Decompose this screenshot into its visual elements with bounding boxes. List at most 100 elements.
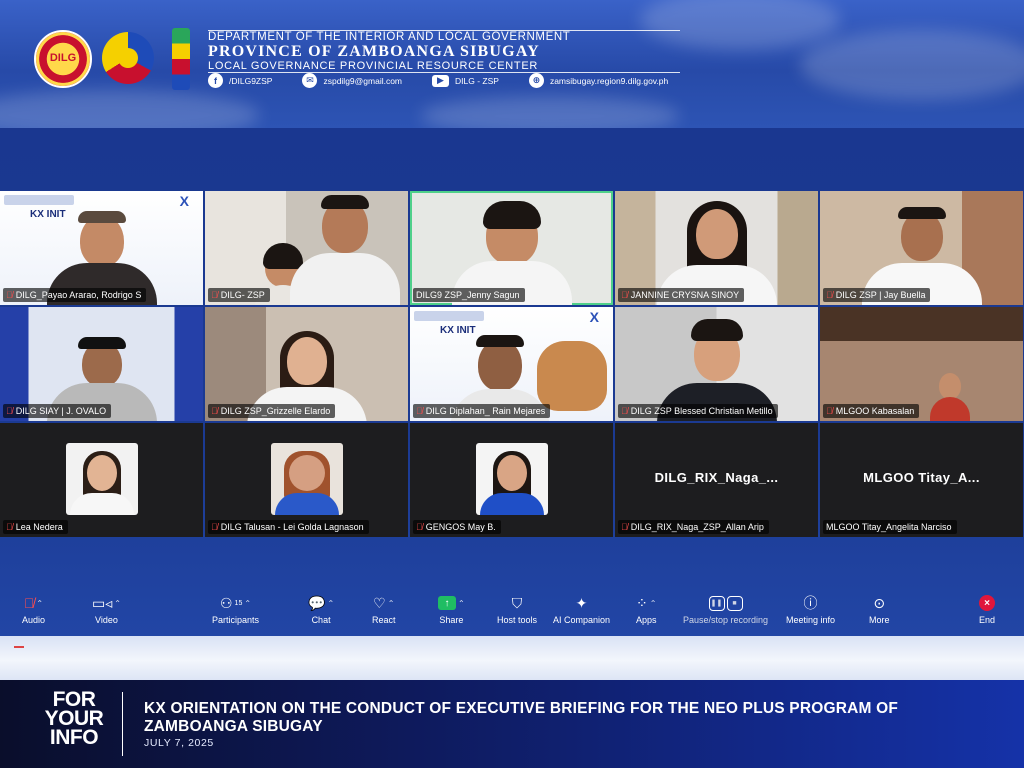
mic-muted-icon: 🎙̸ xyxy=(621,521,628,532)
meeting-window: KX INIT X 🎙̸ DILG_Payao Ararao, Rodrigo … xyxy=(0,128,1024,644)
close-icon: × xyxy=(979,595,995,611)
participant-nametag: MLGOO Titay_Angelita Narciso xyxy=(823,520,957,534)
ai-companion-button[interactable]: ✦ AI Companion xyxy=(553,594,610,626)
email-icon: ✉ xyxy=(302,73,318,88)
end-label: End xyxy=(979,615,996,625)
participant-name: DILG Diplahan_ Rain Mejares xyxy=(425,406,546,416)
contact-text: /DILG9ZSP xyxy=(229,75,273,86)
chevron-up-icon[interactable]: ⌃ xyxy=(327,599,334,608)
participants-button[interactable]: ⚇ 15 ⌃ Participants xyxy=(212,594,260,626)
slide-logo: X xyxy=(589,309,599,325)
footer-divider xyxy=(122,692,123,756)
mic-muted-icon: 🎙̸ xyxy=(6,521,13,532)
video-button[interactable]: ▭◃ ⌃ Video xyxy=(92,594,121,626)
participant-count: 15 xyxy=(234,599,243,607)
participant-nametag: 🎙̸ DILG ZSP | Jay Buella xyxy=(823,288,931,302)
chevron-up-icon[interactable]: ⌃ xyxy=(388,599,395,608)
slide-header-bar xyxy=(4,195,74,205)
participant-tile[interactable]: KX INIT X 🎙̸ DILG_Payao Ararao, Rodrigo … xyxy=(0,191,203,305)
participant-name: DILG SIAY | J. OVALO xyxy=(15,406,107,416)
participant-tile[interactable]: 🎙̸ DILG SIAY | J. OVALO xyxy=(0,307,203,421)
mic-muted-icon: 🎙̸ xyxy=(416,405,423,416)
contact-text: zamsibugay.region9.dilg.gov.ph xyxy=(549,75,669,86)
youtube-icon: ▶ xyxy=(432,74,450,87)
participants-icon: ⚇ xyxy=(219,594,233,611)
participants-label: Participants xyxy=(212,615,260,625)
contact-email: ✉ zspdilg9@gmail.com xyxy=(302,73,402,88)
more-button[interactable]: ⊙ More xyxy=(869,594,890,626)
contact-list: f /DILG9ZSP ✉ zspdilg9@gmail.com ▶ DILG … xyxy=(208,73,668,88)
chevron-up-icon[interactable]: ⌃ xyxy=(114,599,121,608)
chat-button[interactable]: 💬 ⌃ Chat xyxy=(308,594,334,626)
meeting-toolbar: 🎙̸ ⌃ Audio ▭◃ ⌃ Video ⚇ 15 ⌃ Participants 💬 ⌃… xyxy=(0,594,1024,636)
profile-photo xyxy=(475,443,548,515)
chevron-up-icon[interactable]: ⌃ xyxy=(244,599,251,608)
meeting-info-button[interactable]: ⓘ Meeting info xyxy=(786,594,835,625)
contact-youtube: ▶ DILG - ZSP xyxy=(432,74,499,87)
video-feed xyxy=(290,191,400,305)
event-headline: KX ORIENTATION ON THE CONDUCT OF EXECUTI… xyxy=(144,700,899,735)
participant-tile[interactable]: 🎙̸ MLGOO Kabasalan xyxy=(820,307,1023,421)
audio-button[interactable]: 🎙̸ ⌃ Audio xyxy=(22,594,45,625)
pause-icon[interactable]: ❚❚ xyxy=(708,595,725,611)
participant-display-name: DILG_RIX_Naga_... xyxy=(654,470,779,485)
header-banner: DILG DEPARTMENT OF THE INTERIOR AND LOCA… xyxy=(0,0,1024,128)
participant-nametag: 🎙̸ DILG- ZSP xyxy=(208,288,270,302)
video-label: Video xyxy=(95,615,118,625)
participant-tile[interactable]: 🎙̸ DILG- ZSP xyxy=(205,191,408,305)
participant-name: DILG_RIX_Naga_ZSP_Allan Arip xyxy=(630,522,764,532)
dilg-seal-text: DILG xyxy=(49,52,77,64)
end-meeting-button[interactable]: × End xyxy=(979,594,995,625)
chevron-up-icon[interactable]: ⌃ xyxy=(36,599,43,608)
participant-nametag: DILG9 ZSP_Jenny Sagun xyxy=(413,288,525,302)
share-button[interactable]: ↑ ⌃ Share xyxy=(438,594,465,625)
participant-nametag: 🎙̸ MLGOO Kabasalan xyxy=(823,404,920,418)
mic-muted-icon: 🎙̸ xyxy=(6,289,13,300)
participant-nametag: 🎙̸ DILG Talusan - Lei Golda Lagnason xyxy=(208,520,369,534)
window-bottom-strip xyxy=(0,636,1024,680)
mic-muted-icon: 🎙̸ xyxy=(416,521,423,532)
mic-muted-icon: 🎙̸ xyxy=(826,289,833,300)
participant-name: GENGOS May B. xyxy=(425,522,496,532)
shield-icon: ⛉ xyxy=(511,594,523,611)
sparkle-icon: ✦ xyxy=(575,594,588,611)
participant-tile[interactable]: 🎙̸ DILG ZSP Blessed Christian Metillo xyxy=(615,307,818,421)
chevron-up-icon[interactable]: ⌃ xyxy=(458,599,465,608)
slide-logo: X xyxy=(179,193,189,209)
participant-tile[interactable]: DILG_RIX_Naga_... 🎙̸ DILG_RIX_Naga_ZSP_A… xyxy=(615,423,818,537)
stop-icon[interactable]: ■ xyxy=(726,595,743,611)
host-tools-label: Host tools xyxy=(497,615,538,625)
participant-name: DILG Talusan - Lei Golda Lagnason xyxy=(220,522,364,532)
participant-name: DILG9 ZSP_Jenny Sagun xyxy=(416,290,520,300)
participant-tile[interactable]: 🎙̸ DILG ZSP | Jay Buella xyxy=(820,191,1023,305)
participant-nametag: 🎙̸ Lea Nedera xyxy=(3,520,68,534)
participant-nametag: 🎙̸ DILG_Payao Ararao, Rodrigo S xyxy=(3,288,147,302)
participant-tile[interactable]: KX INIT X 🎙̸ DILG Diplahan_ Rain Mejares xyxy=(410,307,613,421)
react-button[interactable]: ♡ ⌃ React xyxy=(372,594,396,626)
participant-tile[interactable]: 🎙̸ DILG Talusan - Lei Golda Lagnason xyxy=(205,423,408,537)
participant-tile[interactable]: 🎙̸ Lea Nedera xyxy=(0,423,203,537)
participant-tile[interactable]: 🎙̸ JANNINE CRYSNA SINOY xyxy=(615,191,818,305)
participant-tile[interactable]: 🎙̸ GENGOS May B. xyxy=(410,423,613,537)
participant-name: JANNINE CRYSNA SINOY xyxy=(630,290,740,300)
contact-text: zspdilg9@gmail.com xyxy=(323,75,403,86)
participant-nametag: 🎙̸ DILG Diplahan_ Rain Mejares xyxy=(413,404,551,418)
participant-name: DILG ZSP Blessed Christian Metillo xyxy=(630,406,773,416)
contact-facebook: f /DILG9ZSP xyxy=(208,73,272,88)
recording-label: Pause/stop recording xyxy=(683,615,769,625)
globe-icon: ⊕ xyxy=(528,73,544,88)
participant-tile[interactable]: 🎙̸ DILG ZSP_Grizzelle Elardo xyxy=(205,307,408,421)
mic-muted-icon: 🎙̸ xyxy=(211,521,218,532)
chevron-up-icon[interactable]: ⌃ xyxy=(650,599,657,608)
host-tools-button[interactable]: ⛉ Host tools xyxy=(497,594,538,626)
participant-tile-active-speaker[interactable]: DILG9 ZSP_Jenny Sagun xyxy=(410,191,613,305)
apps-button[interactable]: ⁘ ⌃ Apps xyxy=(636,594,657,626)
participant-tile[interactable]: MLGOO Titay_A... MLGOO Titay_Angelita Na… xyxy=(820,423,1023,537)
participant-name: DILG ZSP | Jay Buella xyxy=(835,290,926,300)
heart-icon: ♡ xyxy=(373,594,386,611)
participant-name: DILG_Payao Ararao, Rodrigo S xyxy=(15,290,142,300)
meeting-info-label: Meeting info xyxy=(786,615,836,625)
recording-button[interactable]: ❚❚ ■ Pause/stop recording xyxy=(683,594,768,625)
event-date: JULY 7, 2025 xyxy=(144,737,214,749)
participant-name: Lea Nedera xyxy=(15,522,63,532)
